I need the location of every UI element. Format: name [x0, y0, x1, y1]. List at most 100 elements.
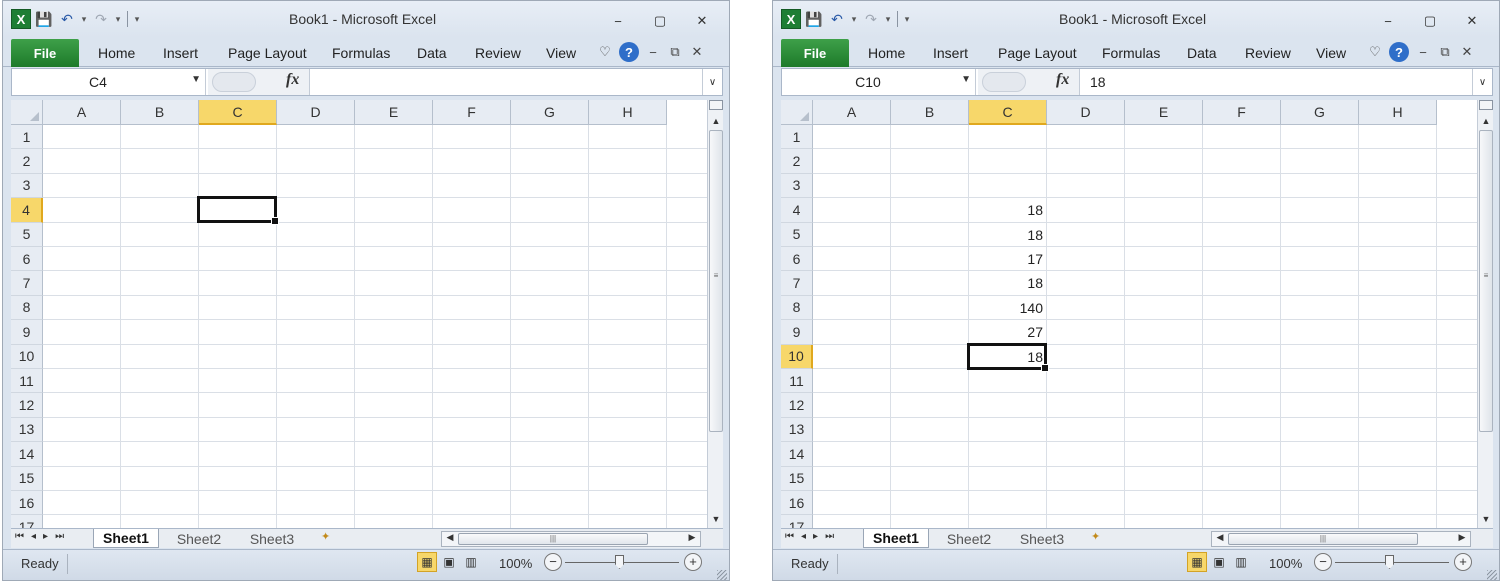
tab-home[interactable]: Home [868, 45, 905, 61]
column-header-c[interactable]: C [199, 100, 277, 125]
page-break-view-icon[interactable]: ▥ [1231, 552, 1251, 572]
tab-review[interactable]: Review [1245, 45, 1291, 61]
horizontal-scrollbar[interactable]: ◀ ||| ▶ [1211, 531, 1471, 547]
cell-c4[interactable]: 18 [969, 198, 1047, 222]
first-sheet-icon[interactable]: ⏮ [785, 531, 794, 542]
minimize-ribbon-icon[interactable]: ♡ [1367, 44, 1383, 60]
row-header-12[interactable]: 12 [11, 393, 43, 418]
split-handle[interactable] [1479, 100, 1493, 110]
resize-grip-icon[interactable] [1487, 570, 1497, 580]
column-header-h[interactable]: H [1359, 100, 1437, 125]
undo-icon[interactable]: ↶ [57, 9, 77, 29]
row-header-10[interactable]: 10 [781, 344, 813, 369]
row-header-8[interactable]: 8 [11, 295, 43, 321]
vertical-scrollbar[interactable]: ▲ ≡ ▼ [707, 100, 723, 528]
workbook-minimize-icon[interactable]: − [1415, 45, 1431, 60]
row-header-17[interactable]: 17 [11, 515, 43, 528]
horizontal-scrollbar[interactable]: ◀ ||| ▶ [441, 531, 701, 547]
row-header-13[interactable]: 13 [11, 417, 43, 443]
cell-c6[interactable]: 17 [969, 247, 1047, 271]
zoom-slider-handle[interactable] [615, 555, 624, 569]
active-cell-cursor[interactable] [197, 196, 279, 226]
next-sheet-icon[interactable]: ▸ [43, 531, 48, 542]
customize-toolbar-icon[interactable]: ▾ [133, 14, 141, 25]
cell-c8[interactable]: 140 [969, 296, 1047, 320]
page-break-view-icon[interactable]: ▥ [461, 552, 481, 572]
tab-file[interactable]: File [781, 39, 849, 67]
help-icon[interactable]: ? [619, 42, 639, 62]
row-header-2[interactable]: 2 [11, 149, 43, 174]
column-header-e[interactable]: E [1125, 100, 1203, 125]
row-header-14[interactable]: 14 [11, 442, 43, 467]
scroll-up-icon[interactable]: ▲ [1478, 114, 1494, 128]
maximize-icon[interactable]: ▢ [1409, 11, 1451, 31]
tab-home[interactable]: Home [98, 45, 135, 61]
row-header-9[interactable]: 9 [11, 320, 43, 345]
scroll-left-icon[interactable]: ◀ [444, 532, 456, 543]
help-icon[interactable]: ? [1389, 42, 1409, 62]
close-icon[interactable]: ✕ [1451, 11, 1493, 31]
scroll-right-icon[interactable]: ▶ [686, 532, 698, 543]
row-header-6[interactable]: 6 [11, 247, 43, 272]
expand-formula-bar-icon[interactable]: ∨ [702, 69, 722, 95]
sheet-tab-sheet3[interactable]: Sheet3 [1009, 529, 1075, 548]
row-header-15[interactable]: 15 [781, 466, 813, 491]
undo-icon[interactable]: ↶ [827, 9, 847, 29]
tab-file[interactable]: File [11, 39, 79, 67]
workbook-close-icon[interactable]: ✕ [689, 44, 705, 60]
sheet-tab-sheet2[interactable]: Sheet2 [936, 529, 1002, 548]
scroll-up-icon[interactable]: ▲ [708, 114, 724, 128]
row-header-14[interactable]: 14 [781, 442, 813, 467]
name-box[interactable]: C10 ▼ [782, 69, 976, 95]
row-header-7[interactable]: 7 [781, 271, 813, 296]
horizontal-scroll-thumb[interactable]: ||| [458, 533, 648, 545]
page-layout-view-icon[interactable]: ▣ [439, 552, 459, 572]
worksheet-grid[interactable]: A B C D E F G H 1 2 3 4 5 6 7 8 9 10 11 12 13 14 15 16 17 18 18 17 1… [781, 100, 1477, 528]
last-sheet-icon[interactable]: ⏭ [825, 531, 834, 542]
row-header-6[interactable]: 6 [781, 247, 813, 272]
save-icon[interactable]: 💾 [34, 9, 54, 29]
tab-insert[interactable]: Insert [933, 45, 968, 61]
insert-sheet-icon[interactable]: ✦ [1091, 530, 1111, 546]
undo-dropdown-icon[interactable]: ▾ [80, 14, 88, 25]
row-header-2[interactable]: 2 [781, 149, 813, 174]
excel-icon[interactable]: X [11, 9, 31, 29]
tab-formulas[interactable]: Formulas [1102, 45, 1160, 61]
minimize-icon[interactable]: − [1367, 11, 1409, 31]
column-header-d[interactable]: D [1047, 100, 1125, 125]
workbook-close-icon[interactable]: ✕ [1459, 44, 1475, 60]
tab-page-layout[interactable]: Page Layout [998, 45, 1077, 61]
split-handle[interactable] [709, 100, 723, 110]
cell-c9[interactable]: 27 [969, 320, 1047, 344]
close-icon[interactable]: ✕ [681, 11, 723, 31]
column-header-b[interactable]: B [891, 100, 969, 125]
row-header-13[interactable]: 13 [781, 417, 813, 443]
cell-c7[interactable]: 18 [969, 271, 1047, 295]
minimize-ribbon-icon[interactable]: ♡ [597, 44, 613, 60]
chevron-down-icon[interactable]: ▼ [961, 74, 971, 85]
insert-sheet-icon[interactable]: ✦ [321, 530, 341, 546]
row-header-4[interactable]: 4 [11, 198, 43, 223]
workbook-restore-icon[interactable]: ⧉ [667, 44, 683, 60]
zoom-in-icon[interactable]: + [684, 553, 702, 571]
cell-c5[interactable]: 18 [969, 223, 1047, 247]
zoom-level[interactable]: 100% [1269, 556, 1302, 571]
scroll-right-icon[interactable]: ▶ [1456, 532, 1468, 543]
worksheet-grid[interactable]: A B C D E F G H 1 2 3 4 5 6 7 8 9 10 11 12 13 14 15 16 17 [11, 100, 707, 528]
scroll-thumb[interactable]: ≡ [709, 130, 723, 432]
resize-grip-icon[interactable] [717, 570, 727, 580]
insert-function-icon[interactable]: fx [1056, 71, 1069, 89]
row-header-16[interactable]: 16 [781, 491, 813, 516]
row-header-3[interactable]: 3 [11, 173, 43, 199]
sheet-tab-sheet3[interactable]: Sheet3 [239, 529, 305, 548]
column-header-g[interactable]: G [511, 100, 589, 125]
active-cell-cursor[interactable] [967, 342, 1049, 372]
minimize-icon[interactable]: − [597, 11, 639, 31]
tab-review[interactable]: Review [475, 45, 521, 61]
zoom-level[interactable]: 100% [499, 556, 532, 571]
row-header-17[interactable]: 17 [781, 515, 813, 528]
workbook-restore-icon[interactable]: ⧉ [1437, 44, 1453, 60]
sheet-tab-sheet1[interactable]: Sheet1 [863, 529, 929, 548]
row-header-5[interactable]: 5 [11, 222, 43, 247]
zoom-out-icon[interactable]: − [544, 553, 562, 571]
